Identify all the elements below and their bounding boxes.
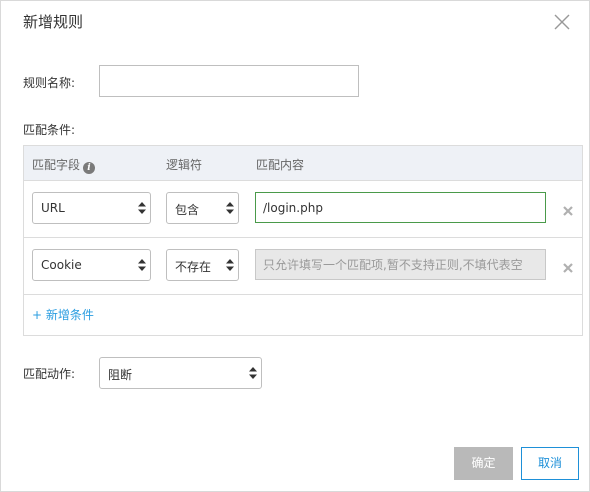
info-icon[interactable]: i xyxy=(83,162,96,174)
rule-name-label: 规则名称: xyxy=(23,76,76,90)
field-select-value: URL xyxy=(41,201,65,215)
field-select-value: Cookie xyxy=(41,258,82,272)
delete-condition-icon[interactable] xyxy=(561,204,575,218)
operator-select[interactable]: 包含 xyxy=(166,192,239,224)
header-field: 匹配字段 i xyxy=(32,156,96,174)
header-operator: 逻辑符 xyxy=(166,158,203,172)
select-arrows-icon xyxy=(138,259,146,271)
conditions-table-header: 匹配字段 i 逻辑符 匹配内容 xyxy=(24,146,582,181)
action-label: 匹配动作: xyxy=(23,367,76,381)
new-rule-dialog: 新增规则 规则名称: 匹配条件: 匹配字段i 逻辑符 匹配内容 URL 包含 xyxy=(0,0,590,492)
action-select[interactable]: 阻断 xyxy=(99,357,262,389)
header-content: 匹配内容 xyxy=(256,158,305,172)
select-arrows-icon xyxy=(249,367,257,379)
match-content-input-disabled xyxy=(255,249,546,280)
conditions-table: 匹配字段 i 逻辑符 匹配内容 URL 包含 /login.php Cookie… xyxy=(23,145,583,336)
confirm-button[interactable]: 确定 xyxy=(454,447,513,480)
cancel-button[interactable]: 取消 xyxy=(521,447,579,480)
condition-row-1: URL 包含 xyxy=(24,181,582,238)
condition-row-2: Cookie 不存在 xyxy=(24,238,582,295)
dialog-title: 新增规则 xyxy=(23,13,84,31)
rule-name-input[interactable] xyxy=(99,65,359,97)
field-select[interactable]: URL xyxy=(32,192,151,224)
operator-select-value: 包含 xyxy=(175,203,200,217)
select-arrows-icon xyxy=(138,202,146,214)
add-condition-link[interactable]: + 新增条件 xyxy=(32,306,94,323)
close-icon[interactable] xyxy=(551,11,573,33)
select-arrows-icon xyxy=(226,202,234,214)
match-content-input[interactable] xyxy=(255,192,546,223)
action-select-value: 阻断 xyxy=(108,368,133,382)
operator-select[interactable]: 不存在 xyxy=(166,249,239,281)
delete-condition-icon[interactable] xyxy=(561,261,575,275)
select-arrows-icon xyxy=(226,259,234,271)
operator-select-value: 不存在 xyxy=(175,260,212,274)
field-select[interactable]: Cookie xyxy=(32,249,151,281)
conditions-label: 匹配条件: xyxy=(23,123,76,137)
header-field-label: 匹配字段 xyxy=(32,158,81,172)
